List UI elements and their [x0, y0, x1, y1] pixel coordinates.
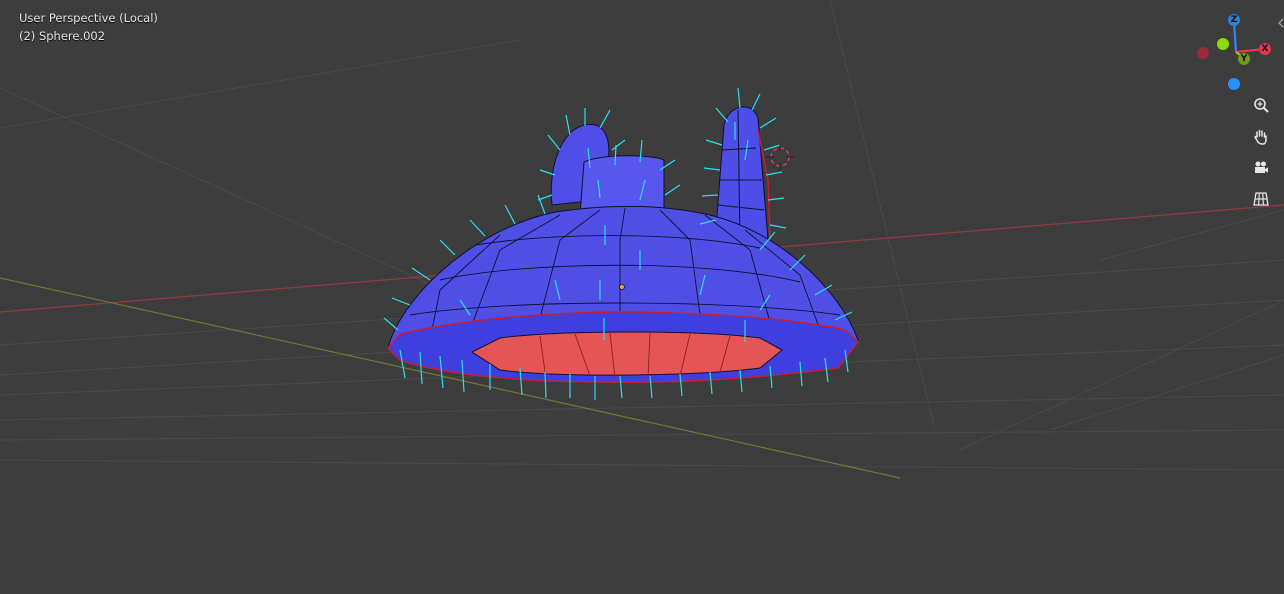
object-origin — [619, 284, 625, 290]
ortho-toggle-button[interactable] — [1249, 187, 1273, 211]
mesh-inner — [470, 331, 783, 376]
gizmo-neg-z-ball[interactable] — [1228, 78, 1240, 90]
hand-pan-icon — [1254, 129, 1267, 145]
gizmo-neg-x-ball[interactable] — [1197, 47, 1209, 59]
3d-viewport[interactable]: User Perspective (Local) (2) Sphere.002 … — [0, 0, 1284, 594]
3d-cursor[interactable] — [766, 143, 794, 171]
zoom-icon — [1254, 98, 1269, 113]
active-object-label: (2) Sphere.002 — [19, 29, 106, 43]
zoom-button[interactable] — [1249, 94, 1273, 118]
viewport-scene[interactable] — [0, 0, 1284, 594]
gizmo-x-ball[interactable]: X — [1259, 43, 1271, 55]
camera-icon — [1255, 161, 1268, 173]
mesh-sphere-object[interactable] — [383, 87, 860, 400]
gizmo-z-ball[interactable]: Z — [1228, 14, 1240, 26]
sidebar-collapse-icon[interactable] — [1276, 16, 1284, 30]
gizmo-y-ball[interactable]: Y — [1238, 53, 1250, 65]
pan-button[interactable] — [1249, 125, 1273, 149]
gizmo-neg-y-ball[interactable] — [1217, 38, 1229, 50]
camera-view-button[interactable] — [1249, 156, 1273, 180]
view-name-label: User Perspective (Local) — [19, 11, 158, 25]
grid-ortho-icon — [1253, 192, 1269, 206]
